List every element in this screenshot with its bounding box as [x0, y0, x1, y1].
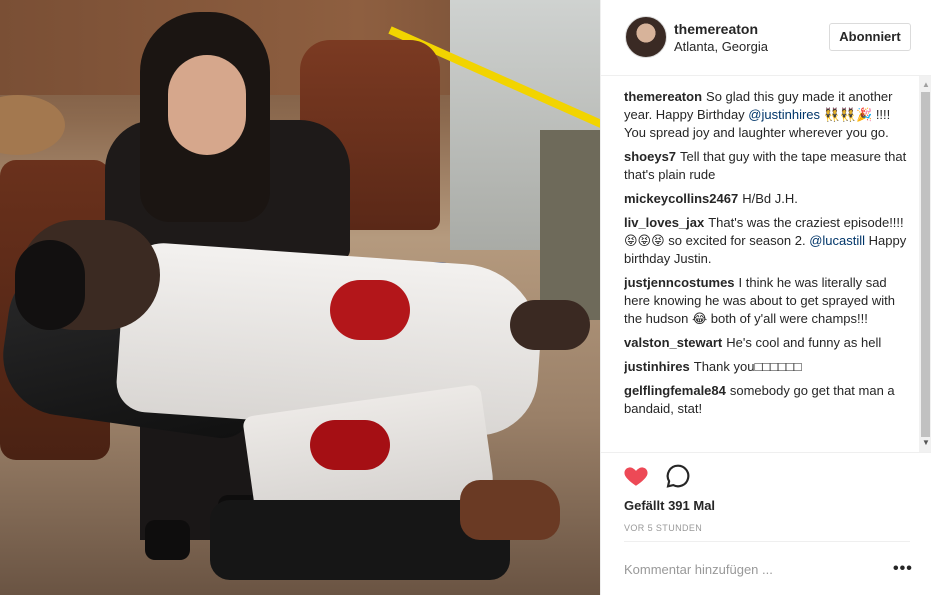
comment-bubble-icon[interactable] [665, 463, 691, 489]
divider [624, 541, 910, 542]
photo-standing-person [540, 130, 600, 320]
comment-item: valston_stewart He's cool and funny as he… [624, 334, 909, 352]
comment-username[interactable]: gelflingfemale84 [624, 383, 726, 398]
post-photo[interactable] [0, 0, 600, 595]
add-comment-input[interactable] [624, 557, 874, 581]
photo-blood-stain [310, 420, 390, 470]
comment-item: themereaton So glad this guy made it anot… [624, 88, 909, 142]
comment-username[interactable]: liv_loves_jax [624, 215, 704, 230]
avatar[interactable] [625, 16, 667, 58]
comment-mention[interactable]: @justinhires [748, 107, 820, 122]
comment-username[interactable]: valston_stewart [624, 335, 722, 350]
comment-text: H/Bd J.H. [742, 191, 798, 206]
comment-username[interactable]: justjenncostumes [624, 275, 735, 290]
photo-man-hair [15, 240, 85, 330]
scroll-up-arrow-icon[interactable]: ▲ [922, 80, 930, 89]
photo-man-arm [510, 300, 590, 350]
more-options-icon[interactable]: ••• [893, 560, 913, 578]
comment-username[interactable]: themereaton [624, 89, 702, 104]
comment-text: He's cool and funny as hell [726, 335, 882, 350]
comment-item: liv_loves_jax That's was the craziest epi… [624, 214, 909, 268]
scroll-down-arrow-icon[interactable]: ▼ [922, 438, 930, 447]
photo-woman-face [168, 55, 246, 155]
photo-blood-stain [330, 280, 410, 340]
photo-man-shoe [460, 480, 560, 540]
comments-scrollbar[interactable]: ▲ ▼ [919, 76, 931, 452]
comment-item: shoeys7 Tell that guy with the tape measu… [624, 148, 909, 184]
heart-icon[interactable] [623, 463, 649, 489]
comment-text: Thank you□□□□□□ [693, 359, 802, 374]
comments-list: themereaton So glad this guy made it anot… [624, 88, 909, 453]
photo-table [0, 95, 65, 155]
photo-shoe [145, 520, 190, 560]
comment-item: gelflingfemale84 somebody go get that man… [624, 382, 909, 418]
comment-mention[interactable]: @lucastill [809, 233, 865, 248]
scrollbar-thumb[interactable] [921, 92, 930, 437]
comment-item: mickeycollins2467 H/Bd J.H. [624, 190, 909, 208]
post-location[interactable]: Atlanta, Georgia [674, 39, 768, 54]
post-username[interactable]: themereaton [674, 21, 758, 37]
comment-username[interactable]: mickeycollins2467 [624, 191, 738, 206]
comment-item: justjenncostumes I think he was literally… [624, 274, 909, 328]
likes-count[interactable]: Gefällt 391 Mal [624, 498, 715, 513]
comment-username[interactable]: shoeys7 [624, 149, 676, 164]
post-actions: Gefällt 391 Mal VOR 5 STUNDEN ••• [601, 452, 931, 593]
post-timestamp[interactable]: VOR 5 STUNDEN [624, 523, 702, 533]
follow-button[interactable]: Abonniert [829, 23, 911, 51]
comment-item: justinhires Thank you□□□□□□ [624, 358, 909, 376]
post-panel: themereaton Atlanta, Georgia Abonniert t… [600, 0, 931, 595]
post-header: themereaton Atlanta, Georgia Abonniert [601, 0, 931, 76]
comment-username[interactable]: justinhires [624, 359, 690, 374]
